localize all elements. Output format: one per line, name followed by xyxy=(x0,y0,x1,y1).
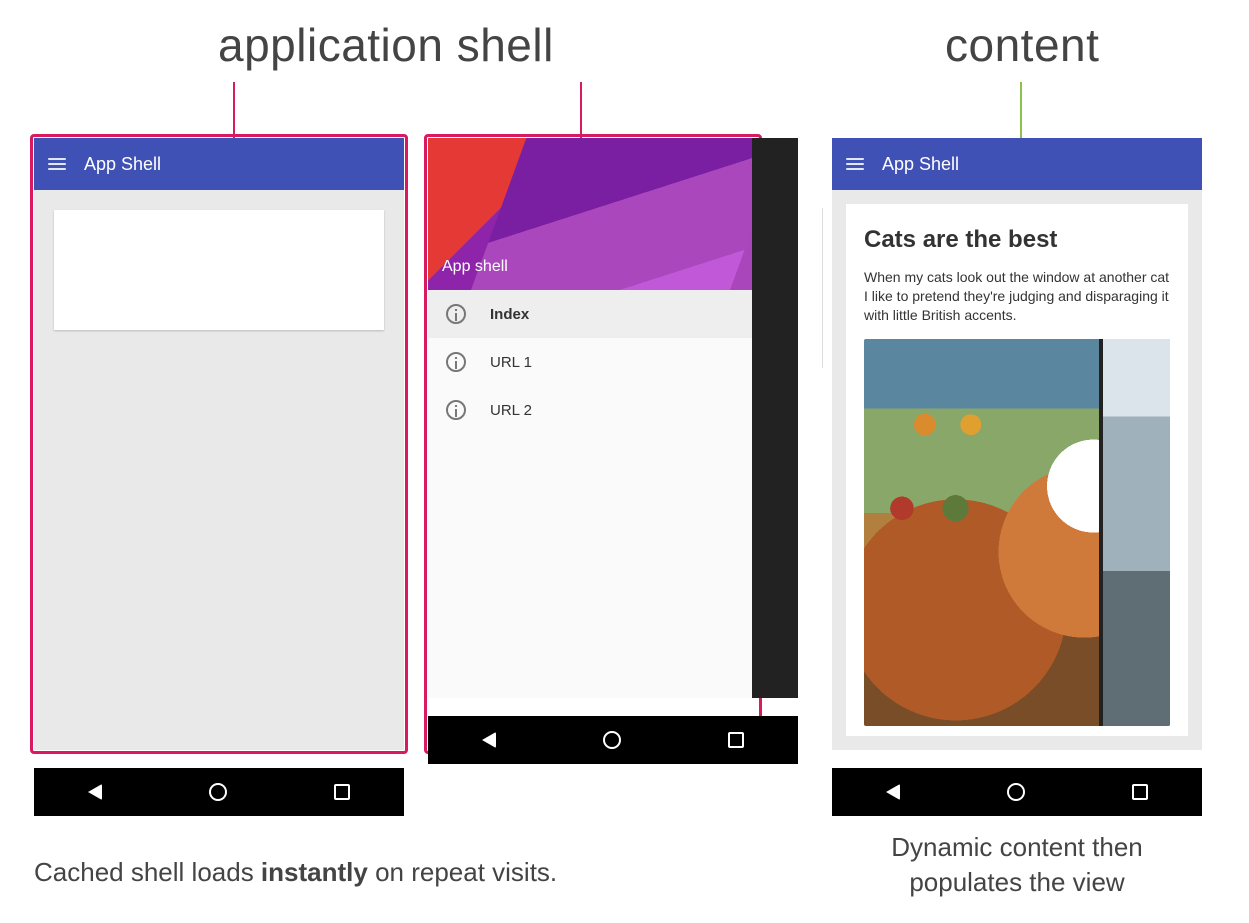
nav-recent-icon[interactable] xyxy=(334,784,350,800)
app-bar-title: App Shell xyxy=(84,154,161,175)
nav-back-icon[interactable] xyxy=(886,784,900,800)
android-nav-bar xyxy=(34,768,404,816)
nav-back-icon[interactable] xyxy=(482,732,496,748)
info-icon xyxy=(446,352,466,372)
nav-recent-icon[interactable] xyxy=(728,732,744,748)
android-nav-bar xyxy=(428,716,798,764)
android-nav-bar xyxy=(832,768,1202,816)
shell-body xyxy=(34,190,404,750)
drawer-header: App shell xyxy=(428,138,752,290)
caption-shell-strong: instantly xyxy=(261,857,368,887)
nav-recent-icon[interactable] xyxy=(1132,784,1148,800)
article-image-cats xyxy=(864,339,1170,726)
nav-home-icon[interactable] xyxy=(603,731,621,749)
caption-content: Dynamic content then populates the view xyxy=(832,830,1202,900)
drawer-item-label: URL 1 xyxy=(490,354,532,371)
caption-shell-post: on repeat visits. xyxy=(368,857,557,887)
drawer-item-url2[interactable]: URL 2 xyxy=(428,386,752,434)
caption-shell: Cached shell loads instantly on repeat v… xyxy=(34,855,557,890)
drawer-item-index[interactable]: Index xyxy=(428,290,752,338)
nav-home-icon[interactable] xyxy=(209,783,227,801)
drawer-header-title: App shell xyxy=(442,258,508,276)
drawer-item-url1[interactable]: URL 1 xyxy=(428,338,752,386)
app-bar: App Shell xyxy=(832,138,1202,190)
navigation-drawer: App shell Index URL 1 URL 2 xyxy=(428,138,752,698)
connector-shell-left xyxy=(233,82,235,138)
app-bar-title: App Shell xyxy=(882,154,959,175)
article-title: Cats are the best xyxy=(864,226,1170,254)
content-card: Cats are the best When my cats look out … xyxy=(846,204,1188,736)
nav-back-icon[interactable] xyxy=(88,784,102,800)
phone-shell-drawer: App shell Index URL 1 URL 2 xyxy=(428,138,798,764)
drawer-item-label: Index xyxy=(490,306,529,323)
label-application-shell: application shell xyxy=(218,18,554,72)
hamburger-icon[interactable] xyxy=(846,158,864,170)
background-card-peek xyxy=(805,208,823,368)
article-body: When my cats look out the window at anot… xyxy=(864,268,1170,325)
caption-shell-pre: Cached shell loads xyxy=(34,857,261,887)
nav-home-icon[interactable] xyxy=(1007,783,1025,801)
empty-content-card xyxy=(54,210,384,330)
phone-content: App Shell Cats are the best When my cats… xyxy=(832,138,1202,816)
drawer-overlay: App shell Index URL 1 URL 2 xyxy=(428,138,798,698)
info-icon xyxy=(446,304,466,324)
drawer-item-label: URL 2 xyxy=(490,402,532,419)
hamburger-icon[interactable] xyxy=(48,158,66,170)
app-bar: App Shell xyxy=(34,138,404,190)
content-body: Cats are the best When my cats look out … xyxy=(832,190,1202,750)
connector-shell-right xyxy=(580,82,582,138)
phone-shell-empty: App Shell xyxy=(34,138,404,816)
label-content: content xyxy=(945,18,1099,72)
info-icon xyxy=(446,400,466,420)
